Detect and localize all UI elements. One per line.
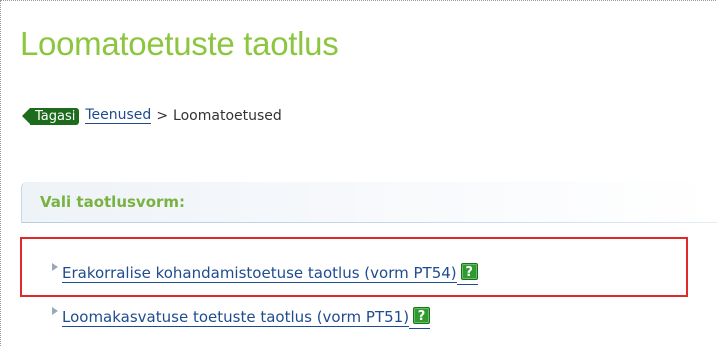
section-header: Vali taotlusvorm: <box>21 182 717 223</box>
form-link-pt51[interactable]: Loomakasvatuse toetuste taotlus (vorm PT… <box>62 308 410 327</box>
bullet-arrow-icon <box>52 307 58 315</box>
form-list-item: Loomakasvatuse toetuste taotlus (vorm PT… <box>52 306 431 329</box>
back-arrow-icon <box>22 107 30 124</box>
breadcrumb-separator: > <box>156 108 169 124</box>
help-link-pt51[interactable]: ? <box>409 306 431 329</box>
back-button[interactable]: Tagasi <box>22 107 80 125</box>
breadcrumb: Tagasi Teenused > Loomatoetused <box>22 106 282 126</box>
help-link-pt54[interactable]: ? <box>456 262 478 285</box>
help-icon[interactable]: ? <box>413 306 431 324</box>
form-list-item: Erakorralise kohandamistoetuse taotlus (… <box>52 262 478 285</box>
form-link-pt54[interactable]: Erakorralise kohandamistoetuse taotlus (… <box>62 264 457 283</box>
section-title: Vali taotlusvorm: <box>40 193 186 211</box>
bullet-arrow-icon <box>52 263 58 271</box>
breadcrumb-current: Loomatoetused <box>173 108 282 124</box>
help-icon[interactable]: ? <box>460 262 478 280</box>
breadcrumb-link-teenused[interactable]: Teenused <box>85 108 152 124</box>
page-title: Loomatoetuste taotlus <box>20 25 339 62</box>
back-button-label: Tagasi <box>35 108 76 124</box>
